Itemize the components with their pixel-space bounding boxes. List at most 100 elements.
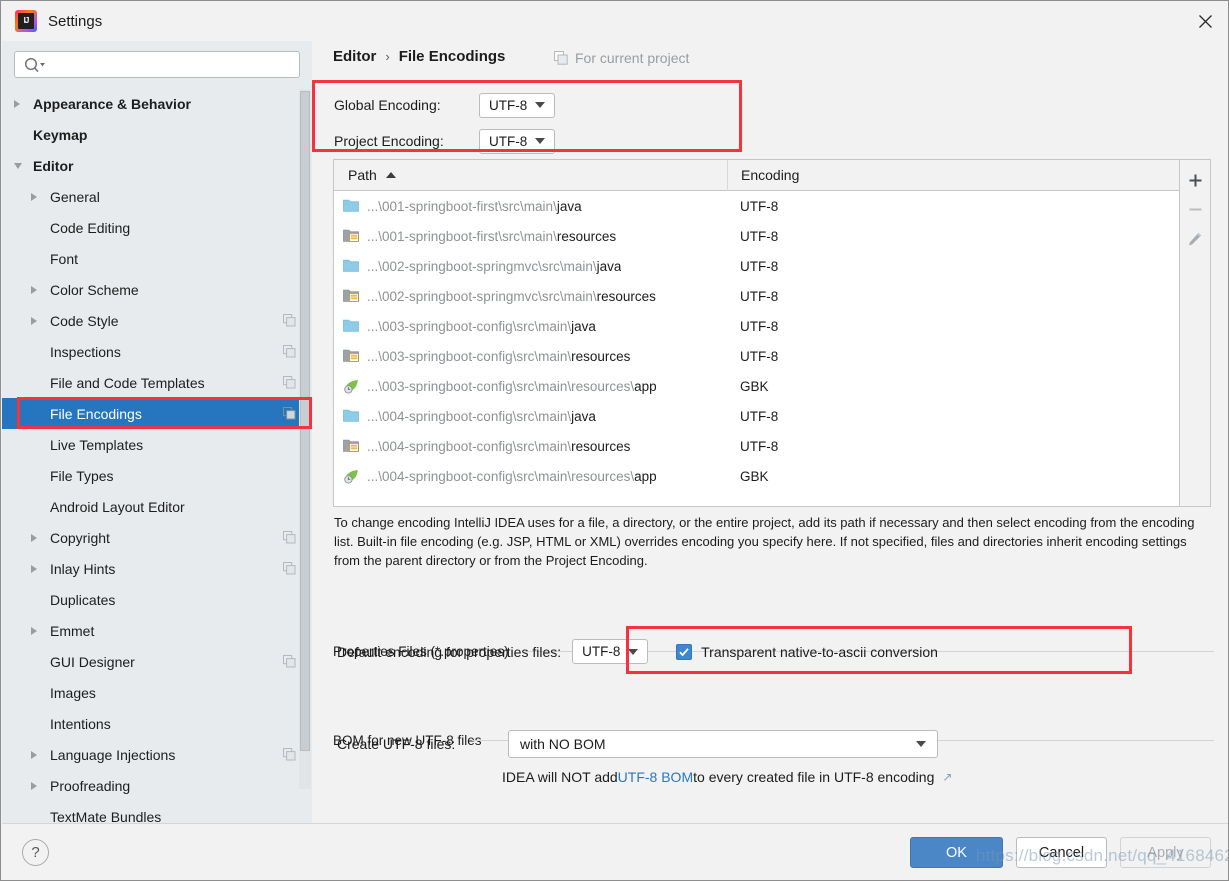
external-link-icon[interactable]: ↗: [942, 770, 952, 784]
sidebar-item-textmate-bundles[interactable]: TextMate Bundles: [2, 801, 312, 824]
sidebar-item-images[interactable]: Images: [2, 677, 312, 708]
sidebar-item-color-scheme[interactable]: Color Scheme: [2, 274, 312, 305]
sidebar-item-label: GUI Designer: [50, 653, 135, 670]
folder-blue-icon: [343, 198, 359, 214]
table-row[interactable]: ...\004-springboot-config\src\main\java U…: [334, 401, 1179, 431]
sidebar-item-inspections[interactable]: Inspections: [2, 336, 312, 367]
table-cell-encoding[interactable]: GBK: [727, 379, 1179, 394]
sidebar-scrollbar-thumb[interactable]: [300, 91, 310, 751]
sidebar-item-general[interactable]: General: [2, 181, 312, 212]
sidebar-item-duplicates[interactable]: Duplicates: [2, 584, 312, 615]
sidebar-item-copyright[interactable]: Copyright: [2, 522, 312, 553]
path-prefix: ...\003-springboot-config\src\main\resou…: [367, 378, 635, 394]
create-utf8-files-select[interactable]: with NO BOM: [508, 730, 938, 758]
table-cell-encoding[interactable]: UTF-8: [727, 259, 1179, 274]
spring-leaf-icon: [343, 468, 359, 484]
table-cell-encoding[interactable]: UTF-8: [727, 349, 1179, 364]
chevron-right-icon[interactable]: [31, 274, 48, 305]
table-row[interactable]: ...\003-springboot-config\src\main\java U…: [334, 311, 1179, 341]
table-row[interactable]: ...\002-springboot-springmvc\src\main\ja…: [334, 251, 1179, 281]
sidebar-item-gui-designer[interactable]: GUI Designer: [2, 646, 312, 677]
search-box[interactable]: [14, 51, 300, 78]
edit-path-button[interactable]: [1181, 224, 1209, 253]
transparent-native-to-ascii-checkbox[interactable]: [676, 643, 693, 660]
ok-button[interactable]: OK: [910, 837, 1003, 868]
table-row[interactable]: ...\003-springboot-config\src\main\resou…: [334, 371, 1179, 401]
column-header-encoding[interactable]: Encoding: [727, 160, 1179, 191]
sidebar-item-emmet[interactable]: Emmet: [2, 615, 312, 646]
table-body: Path Encoding ...\001-springboot-first\s…: [334, 160, 1179, 506]
title-bar: IJ Settings: [1, 1, 1228, 41]
remove-path-button[interactable]: [1181, 195, 1209, 224]
path-leaf: resources: [571, 348, 631, 364]
settings-tree[interactable]: Appearance & Behavior Keymap Editor General…: [2, 88, 312, 823]
global-encoding-value: UTF-8: [489, 97, 528, 113]
chevron-right-icon[interactable]: [31, 522, 48, 553]
sidebar-item-proofreading[interactable]: Proofreading: [2, 770, 312, 801]
table-row[interactable]: ...\004-springboot-config\src\main\resou…: [334, 461, 1179, 491]
global-encoding-select[interactable]: UTF-8: [479, 92, 555, 118]
table-cell-encoding[interactable]: GBK: [727, 469, 1179, 484]
chevron-right-icon[interactable]: [31, 553, 48, 584]
table-rows-container: ...\001-springboot-first\src\main\ java UT…: [334, 191, 1179, 491]
sidebar-item-appearance-behavior[interactable]: Appearance & Behavior: [2, 88, 312, 119]
table-cell-encoding[interactable]: UTF-8: [727, 289, 1179, 304]
table-row[interactable]: ...\002-springboot-springmvc\src\main\re…: [334, 281, 1179, 311]
sidebar-item-font[interactable]: Font: [2, 243, 312, 274]
cancel-button[interactable]: Cancel: [1016, 837, 1107, 868]
column-header-path-label: Path: [348, 167, 377, 183]
table-row[interactable]: ...\003-springboot-config\src\main\resou…: [334, 341, 1179, 371]
path-prefix: ...\003-springboot-config\src\main\: [367, 318, 572, 334]
project-encoding-select[interactable]: UTF-8: [479, 128, 555, 154]
sidebar-item-file-encodings[interactable]: File Encodings: [2, 398, 312, 429]
sidebar-item-live-templates[interactable]: Live Templates: [2, 429, 312, 460]
table-cell-encoding[interactable]: UTF-8: [727, 229, 1179, 244]
sidebar-item-file-types[interactable]: File Types: [2, 460, 312, 491]
sidebar-item-code-editing[interactable]: Code Editing: [2, 212, 312, 243]
apply-button[interactable]: Apply: [1120, 837, 1211, 868]
table-cell-encoding[interactable]: UTF-8: [727, 319, 1179, 334]
breadcrumb-parent[interactable]: Editor: [333, 48, 376, 65]
utf8-bom-link[interactable]: UTF-8 BOM: [618, 769, 693, 785]
sidebar-item-inlay-hints[interactable]: Inlay Hints: [2, 553, 312, 584]
add-path-button[interactable]: [1181, 166, 1209, 195]
sidebar-item-android-layout-editor[interactable]: Android Layout Editor: [2, 491, 312, 522]
sort-ascending-icon: [385, 172, 396, 178]
chevron-right-icon[interactable]: [31, 615, 48, 646]
sidebar-item-file-and-code-templates[interactable]: File and Code Templates: [2, 367, 312, 398]
sidebar-item-keymap[interactable]: Keymap: [2, 119, 312, 150]
help-button[interactable]: ?: [22, 839, 49, 866]
table-row[interactable]: ...\001-springboot-first\src\main\resour…: [334, 221, 1179, 251]
chevron-right-icon[interactable]: [31, 181, 48, 212]
close-icon[interactable]: [1182, 1, 1228, 41]
path-leaf: java: [556, 198, 582, 214]
search-input[interactable]: [51, 52, 295, 77]
table-cell-encoding[interactable]: UTF-8: [727, 409, 1179, 424]
chevron-right-icon[interactable]: [14, 88, 31, 119]
project-encoding-row: Project Encoding: UTF-8: [334, 123, 555, 159]
sidebar-item-intentions[interactable]: Intentions: [2, 708, 312, 739]
search-container: [2, 41, 312, 86]
default-properties-encoding-select[interactable]: UTF-8: [572, 639, 649, 664]
chevron-down-icon[interactable]: [14, 150, 31, 181]
table-row[interactable]: ...\004-springboot-config\src\main\resou…: [334, 431, 1179, 461]
sidebar-item-language-injections[interactable]: Language Injections: [2, 739, 312, 770]
chevron-right-icon[interactable]: [31, 770, 48, 801]
column-header-path[interactable]: Path: [334, 167, 727, 183]
table-row[interactable]: ...\001-springboot-first\src\main\java UT…: [334, 191, 1179, 221]
table-cell-encoding[interactable]: UTF-8: [727, 199, 1179, 214]
path-prefix: ...\001-springboot-first\src\main\: [367, 228, 557, 244]
sidebar-item-editor[interactable]: Editor: [2, 150, 312, 181]
path-leaf: app: [634, 468, 657, 484]
chevron-right-icon[interactable]: [31, 305, 48, 336]
chevron-right-icon[interactable]: [31, 739, 48, 770]
for-current-project-label: For current project: [554, 50, 689, 66]
table-cell-encoding[interactable]: UTF-8: [727, 439, 1179, 454]
sidebar-item-code-style[interactable]: Code Style: [2, 305, 312, 336]
table-cell-path: ...\004-springboot-config\src\main\resou…: [334, 468, 727, 484]
